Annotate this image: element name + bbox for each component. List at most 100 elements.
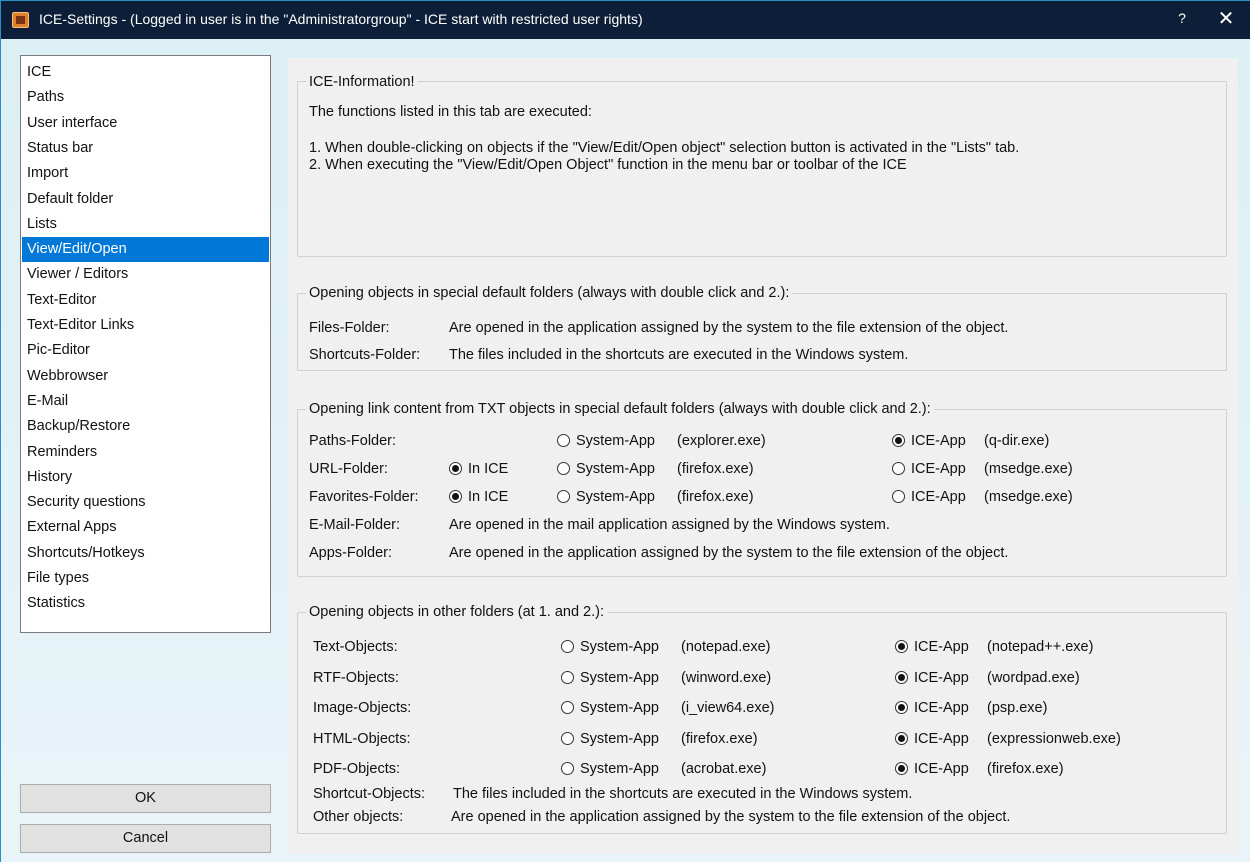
cancel-button[interactable]: Cancel: [20, 824, 271, 853]
exe-name: (winword.exe): [681, 669, 772, 686]
sidebar-item-import[interactable]: Import: [22, 161, 269, 186]
system-app-radio[interactable]: System-App: [561, 670, 659, 686]
exe-name: (msedge.exe): [984, 489, 1073, 505]
radio-label: ICE-App: [911, 461, 966, 477]
radio-label: System-App: [580, 730, 659, 747]
sidebar-item-security-questions[interactable]: Security questions: [22, 490, 269, 515]
radio-button-icon[interactable]: [561, 670, 574, 684]
system-app-radio[interactable]: System-App: [557, 433, 655, 449]
radio-button-icon[interactable]: [557, 490, 570, 503]
system-app-radio[interactable]: System-App: [557, 489, 655, 505]
exe-name: (explorer.exe): [677, 433, 766, 449]
row-label: URL-Folder:: [309, 461, 388, 477]
radio-button-icon[interactable]: [895, 670, 908, 684]
row-label: RTF-Objects:: [313, 669, 399, 686]
radio-button-icon[interactable]: [892, 462, 905, 475]
system-app-radio[interactable]: System-App: [561, 700, 659, 716]
sidebar-item-default-folder[interactable]: Default folder: [22, 187, 269, 212]
sidebar-item-lists[interactable]: Lists: [22, 212, 269, 237]
system-app-radio[interactable]: System-App: [561, 639, 659, 655]
radio-button-icon[interactable]: [895, 701, 908, 714]
sidebar-item-history[interactable]: History: [22, 465, 269, 490]
radio-label: ICE-App: [914, 669, 969, 686]
ice-app-radio[interactable]: ICE-App: [892, 489, 966, 505]
sidebar-item-pic-editor[interactable]: Pic-Editor: [22, 338, 269, 363]
window-title: ICE-Settings - (Logged in user is in the…: [39, 11, 643, 27]
radio-button-icon[interactable]: [557, 462, 570, 475]
radio-button-icon[interactable]: [449, 490, 462, 503]
ice-app-radio[interactable]: ICE-App: [895, 670, 969, 686]
sidebar-item-viewer-editors[interactable]: Viewer / Editors: [22, 262, 269, 287]
exe-name: (q-dir.exe): [984, 433, 1050, 449]
exe-name: (psp.exe): [987, 700, 1048, 716]
system-app-radio[interactable]: System-App: [561, 761, 659, 777]
sidebar-item-e-mail[interactable]: E-Mail: [22, 389, 269, 414]
system-app-radio[interactable]: System-App: [557, 461, 655, 477]
sidebar-item-status-bar[interactable]: Status bar: [22, 136, 269, 161]
sidebar-item-statistics[interactable]: Statistics: [22, 591, 269, 616]
ice-app-radio[interactable]: ICE-App: [895, 700, 969, 716]
radio-button-icon[interactable]: [895, 731, 908, 745]
row-label: Favorites-Folder:: [309, 489, 419, 505]
ice-app-radio[interactable]: ICE-App: [892, 433, 966, 449]
settings-category-list[interactable]: ICE Paths User interface Status bar Import De…: [20, 55, 271, 633]
info-line: 2. When executing the "View/Edit/Open Ob…: [309, 157, 907, 173]
ice-app-radio[interactable]: ICE-App: [895, 731, 969, 747]
radio-label: In ICE: [468, 461, 509, 477]
sidebar-item-ice[interactable]: ICE: [22, 60, 269, 85]
sidebar-item-text-editor-links[interactable]: Text-Editor Links: [22, 313, 269, 338]
sidebar-item-file-types[interactable]: File types: [22, 566, 269, 591]
title-bar: ICE-Settings - (Logged in user is in the…: [1, 1, 1250, 39]
exe-name: (firefox.exe): [681, 730, 758, 747]
radio-button-icon[interactable]: [557, 434, 570, 447]
radio-label: System-App: [580, 761, 659, 777]
radio-button-icon[interactable]: [895, 762, 908, 775]
sidebar-item-shortcuts-hotkeys[interactable]: Shortcuts/Hotkeys: [22, 541, 269, 566]
radio-button-icon[interactable]: [449, 462, 462, 475]
radio-button-icon[interactable]: [895, 640, 908, 653]
radio-button-icon[interactable]: [561, 701, 574, 714]
radio-label: ICE-App: [911, 489, 966, 505]
row-label: Other objects:: [313, 809, 404, 825]
ok-button[interactable]: OK: [20, 784, 271, 813]
sidebar-item-reminders[interactable]: Reminders: [22, 440, 269, 465]
exe-name: (expressionweb.exe): [987, 730, 1121, 747]
sidebar-item-paths[interactable]: Paths: [22, 85, 269, 110]
ice-app-radio[interactable]: ICE-App: [895, 761, 969, 777]
row-label: Shortcuts-Folder:: [309, 347, 421, 363]
row-description: The files included in the shortcuts are …: [453, 786, 913, 802]
info-group: ICE-Information! The functions listed in…: [297, 74, 1227, 257]
in-ice-radio[interactable]: In ICE: [449, 489, 508, 505]
radio-label: In ICE: [468, 489, 509, 505]
sidebar-item-user-interface[interactable]: User interface: [22, 111, 269, 136]
row-label: Apps-Folder:: [309, 545, 393, 561]
sidebar-item-backup-restore[interactable]: Backup/Restore: [22, 414, 269, 439]
radio-button-icon[interactable]: [561, 762, 574, 775]
radio-button-icon[interactable]: [561, 731, 574, 745]
row-label: Shortcut-Objects:: [313, 786, 426, 802]
sidebar-item-webbrowser[interactable]: Webbrowser: [22, 364, 269, 389]
row-label: Image-Objects:: [313, 700, 412, 716]
radio-button-icon[interactable]: [892, 434, 905, 447]
exe-name: (firefox.exe): [987, 761, 1064, 777]
info-line: 1. When double-clicking on objects if th…: [309, 140, 1020, 156]
sidebar-item-text-editor[interactable]: Text-Editor: [22, 288, 269, 313]
radio-label: ICE-App: [911, 433, 966, 449]
row-description: Are opened in the application assigned b…: [449, 320, 1009, 336]
radio-button-icon[interactable]: [561, 640, 574, 653]
radio-label: ICE-App: [914, 700, 969, 716]
sidebar-item-view-edit-open[interactable]: View/Edit/Open: [22, 237, 269, 263]
exe-name: (notepad++.exe): [987, 639, 1094, 655]
ice-app-radio[interactable]: ICE-App: [895, 639, 969, 655]
help-button[interactable]: ?: [1172, 10, 1192, 30]
row-label: PDF-Objects:: [313, 761, 401, 777]
close-button[interactable]: ✕: [1215, 7, 1237, 31]
radio-button-icon[interactable]: [892, 490, 905, 503]
info-group-title: ICE-Information!: [306, 74, 418, 90]
radio-label: System-App: [580, 639, 659, 655]
in-ice-radio[interactable]: In ICE: [449, 461, 508, 477]
row-label: Paths-Folder:: [309, 433, 397, 449]
ice-app-radio[interactable]: ICE-App: [892, 461, 966, 477]
system-app-radio[interactable]: System-App: [561, 731, 659, 747]
sidebar-item-external-apps[interactable]: External Apps: [22, 515, 269, 540]
